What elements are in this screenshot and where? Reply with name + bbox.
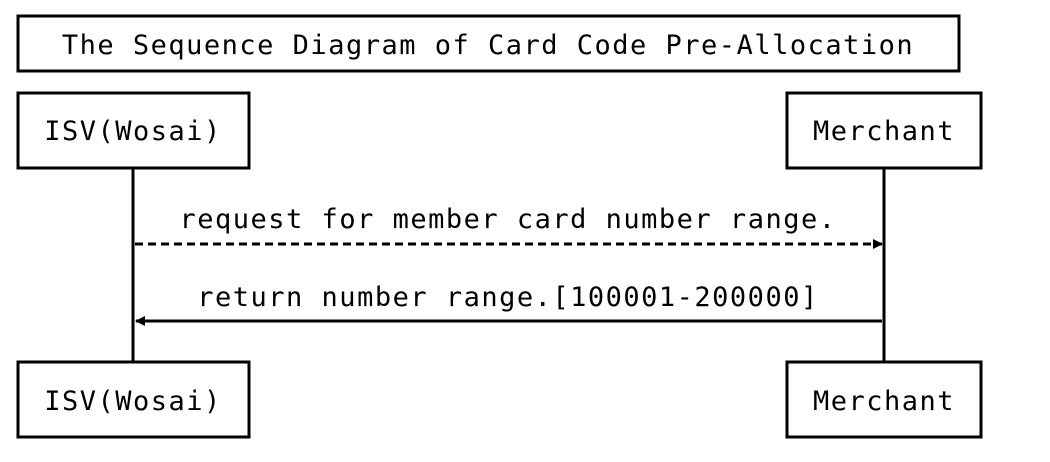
message-label: request for member card number range.: [180, 204, 837, 235]
sequence-diagram: The Sequence Diagram of Card Code Pre-Al…: [16, 14, 983, 439]
title-text: The Sequence Diagram of Card Code Pre-Al…: [62, 30, 914, 61]
message-label: return number range.[100001-200000]: [197, 282, 818, 313]
participant-isv-top: ISV(Wosai): [16, 91, 251, 170]
message-request: request for member card number range.: [135, 204, 883, 249]
participant-isv-bottom: ISV(Wosai): [16, 360, 251, 439]
participant-merchant-bottom: Merchant: [785, 360, 983, 439]
participant-merchant-top: Merchant: [785, 91, 983, 170]
participant-label: Merchant: [813, 386, 955, 417]
participant-label: Merchant: [813, 116, 955, 147]
message-return: return number range.[100001-200000]: [135, 282, 882, 326]
diagram-title: The Sequence Diagram of Card Code Pre-Al…: [16, 14, 961, 73]
participant-label: ISV(Wosai): [44, 116, 222, 147]
participant-label: ISV(Wosai): [44, 386, 222, 417]
